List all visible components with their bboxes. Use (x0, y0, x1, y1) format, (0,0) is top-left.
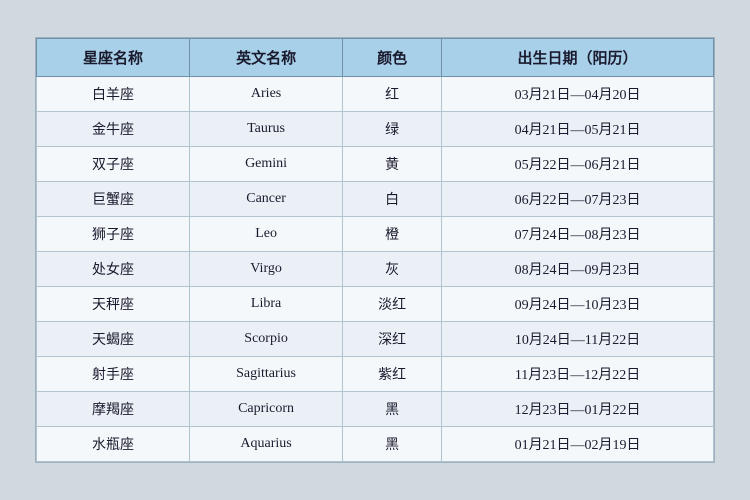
cell-chinese: 白羊座 (37, 77, 190, 112)
cell-english: Aries (190, 77, 343, 112)
table-header-row: 星座名称 英文名称 颜色 出生日期（阳历） (37, 39, 714, 77)
cell-chinese: 天秤座 (37, 287, 190, 322)
cell-english: Cancer (190, 182, 343, 217)
cell-color: 橙 (343, 217, 442, 252)
table-row: 处女座Virgo灰08月24日—09月23日 (37, 252, 714, 287)
cell-dates: 09月24日—10月23日 (442, 287, 714, 322)
cell-color: 紫红 (343, 357, 442, 392)
cell-dates: 04月21日—05月21日 (442, 112, 714, 147)
table-row: 水瓶座Aquarius黑01月21日—02月19日 (37, 427, 714, 462)
cell-chinese: 天蝎座 (37, 322, 190, 357)
cell-english: Sagittarius (190, 357, 343, 392)
cell-dates: 11月23日—12月22日 (442, 357, 714, 392)
table-row: 天秤座Libra淡红09月24日—10月23日 (37, 287, 714, 322)
cell-dates: 03月21日—04月20日 (442, 77, 714, 112)
cell-english: Aquarius (190, 427, 343, 462)
cell-dates: 12月23日—01月22日 (442, 392, 714, 427)
cell-chinese: 金牛座 (37, 112, 190, 147)
table-row: 天蝎座Scorpio深红10月24日—11月22日 (37, 322, 714, 357)
cell-chinese: 射手座 (37, 357, 190, 392)
cell-color: 黄 (343, 147, 442, 182)
cell-color: 深红 (343, 322, 442, 357)
cell-dates: 05月22日—06月21日 (442, 147, 714, 182)
cell-dates: 08月24日—09月23日 (442, 252, 714, 287)
cell-color: 黑 (343, 427, 442, 462)
cell-color: 白 (343, 182, 442, 217)
cell-dates: 01月21日—02月19日 (442, 427, 714, 462)
table-row: 巨蟹座Cancer白06月22日—07月23日 (37, 182, 714, 217)
cell-chinese: 狮子座 (37, 217, 190, 252)
cell-english: Libra (190, 287, 343, 322)
table-body: 白羊座Aries红03月21日—04月20日金牛座Taurus绿04月21日—0… (37, 77, 714, 462)
cell-english: Capricorn (190, 392, 343, 427)
table-row: 射手座Sagittarius紫红11月23日—12月22日 (37, 357, 714, 392)
cell-chinese: 双子座 (37, 147, 190, 182)
header-color: 颜色 (343, 39, 442, 77)
cell-english: Taurus (190, 112, 343, 147)
table-row: 狮子座Leo橙07月24日—08月23日 (37, 217, 714, 252)
cell-dates: 10月24日—11月22日 (442, 322, 714, 357)
cell-chinese: 处女座 (37, 252, 190, 287)
cell-english: Gemini (190, 147, 343, 182)
cell-english: Scorpio (190, 322, 343, 357)
cell-chinese: 水瓶座 (37, 427, 190, 462)
cell-color: 淡红 (343, 287, 442, 322)
cell-english: Virgo (190, 252, 343, 287)
cell-color: 红 (343, 77, 442, 112)
cell-color: 黑 (343, 392, 442, 427)
table-row: 双子座Gemini黄05月22日—06月21日 (37, 147, 714, 182)
zodiac-table-container: 星座名称 英文名称 颜色 出生日期（阳历） 白羊座Aries红03月21日—04… (35, 37, 715, 463)
header-english-name: 英文名称 (190, 39, 343, 77)
table-row: 金牛座Taurus绿04月21日—05月21日 (37, 112, 714, 147)
header-dates: 出生日期（阳历） (442, 39, 714, 77)
cell-color: 绿 (343, 112, 442, 147)
cell-english: Leo (190, 217, 343, 252)
cell-chinese: 巨蟹座 (37, 182, 190, 217)
cell-color: 灰 (343, 252, 442, 287)
cell-dates: 07月24日—08月23日 (442, 217, 714, 252)
cell-chinese: 摩羯座 (37, 392, 190, 427)
cell-dates: 06月22日—07月23日 (442, 182, 714, 217)
header-chinese-name: 星座名称 (37, 39, 190, 77)
zodiac-table: 星座名称 英文名称 颜色 出生日期（阳历） 白羊座Aries红03月21日—04… (36, 38, 714, 462)
table-row: 摩羯座Capricorn黑12月23日—01月22日 (37, 392, 714, 427)
table-row: 白羊座Aries红03月21日—04月20日 (37, 77, 714, 112)
